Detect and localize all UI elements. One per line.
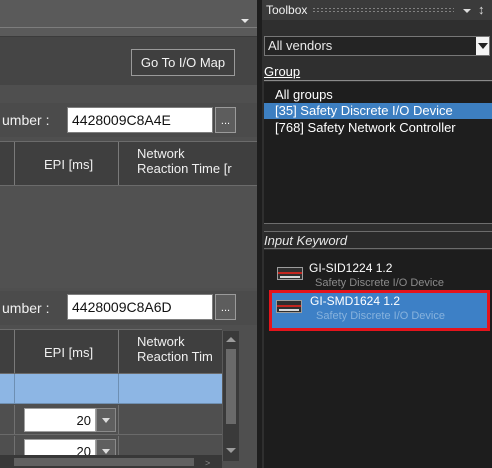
scrollbar-thumb[interactable] xyxy=(14,458,194,466)
group-header: Group xyxy=(264,64,492,81)
epi-dropdown-button[interactable] xyxy=(96,408,116,432)
grid-row-selected[interactable] xyxy=(0,374,222,404)
serial-number-field[interactable]: 4428009C8A6D xyxy=(67,294,213,320)
serial-number-field[interactable]: 4428009C8A4E xyxy=(67,107,213,133)
keyword-placeholder: Input Keyword xyxy=(264,233,348,248)
group-list: All groups [35] Safety Discrete I/O Devi… xyxy=(264,82,492,224)
go-to-io-map-button[interactable]: Go To I/O Map xyxy=(131,49,235,76)
vendor-select[interactable]: All vendors xyxy=(264,36,490,56)
toolbox-panel: Toolbox ↕ All vendors Group All groups [… xyxy=(262,0,492,468)
keyword-search-field[interactable]: Input Keyword xyxy=(264,231,492,249)
group-item-all[interactable]: All groups xyxy=(264,87,492,103)
column-divider xyxy=(14,330,15,373)
toolbox-title: Toolbox xyxy=(266,3,308,17)
column-divider xyxy=(118,142,119,185)
safety-unit-editor: Go To I/O Map umber : 4428009C8A4E ... E… xyxy=(0,0,257,468)
column-divider xyxy=(118,330,119,373)
drag-grip[interactable] xyxy=(312,7,454,13)
chevron-down-icon xyxy=(478,43,488,49)
vertical-scrollbar[interactable] xyxy=(222,331,239,461)
window-menu-icon[interactable] xyxy=(463,9,471,13)
table-row[interactable]: 20 xyxy=(0,405,222,435)
io-device-icon xyxy=(276,300,302,313)
browse-button[interactable]: ... xyxy=(215,107,236,133)
scroll-down-icon[interactable] xyxy=(226,448,236,453)
browse-button[interactable]: ... xyxy=(215,294,236,320)
dropdown-arrow-icon[interactable] xyxy=(241,19,249,23)
group-label: Group xyxy=(264,64,301,79)
vendor-dropdown-button[interactable] xyxy=(476,37,489,55)
header-divider xyxy=(0,27,257,28)
device-category: Safety Discrete I/O Device xyxy=(316,310,445,322)
device-list: GI-SID1224 1.2 Safety Discrete I/O Devic… xyxy=(264,250,492,468)
group-item-safety-network-controller[interactable]: [768] Safety Network Controller xyxy=(264,120,492,136)
vendor-select-value: All vendors xyxy=(268,38,333,53)
toolbox-title-bar: Toolbox ↕ xyxy=(262,0,492,20)
serial-number-label: umber : xyxy=(2,112,50,128)
scroll-right-icon[interactable]: > xyxy=(205,458,210,468)
io-device-icon xyxy=(277,267,303,280)
network-reaction-time-header: Network Reaction Time [r xyxy=(137,146,232,176)
column-divider xyxy=(14,142,15,185)
scroll-up-icon[interactable] xyxy=(226,337,236,342)
group-item-safety-discrete-io[interactable]: [35] Safety Discrete I/O Device xyxy=(264,103,492,119)
epi-column-header: EPI [ms] xyxy=(44,345,94,360)
scrollbar-thumb[interactable] xyxy=(226,349,236,424)
epi-column-header: EPI [ms] xyxy=(44,157,94,172)
editor-header-bar xyxy=(0,0,257,37)
grid-body xyxy=(0,186,257,288)
column-divider xyxy=(118,374,119,403)
horizontal-scrollbar[interactable]: > xyxy=(0,455,222,468)
column-divider xyxy=(14,405,15,434)
network-reaction-time-header: Network Reaction Tim xyxy=(137,334,213,364)
pin-icon[interactable]: ↕ xyxy=(478,2,485,17)
grid-header: EPI [ms] Network Reaction Time [r xyxy=(0,141,257,186)
epi-value-field[interactable]: 20 xyxy=(24,408,96,432)
device-item[interactable]: GI-SID1224 1.2 Safety Discrete I/O Devic… xyxy=(271,257,492,293)
column-divider xyxy=(14,374,15,403)
device-item-selected[interactable]: GI-SMD1624 1.2 Safety Discrete I/O Devic… xyxy=(269,290,490,331)
device-category: Safety Discrete I/O Device xyxy=(315,277,444,289)
column-divider xyxy=(118,405,119,434)
device-name: GI-SID1224 1.2 xyxy=(309,261,393,275)
grid-header: EPI [ms] Network Reaction Tim xyxy=(0,329,222,374)
device-name: GI-SMD1624 1.2 xyxy=(310,294,401,308)
serial-number-label: umber : xyxy=(2,300,50,316)
